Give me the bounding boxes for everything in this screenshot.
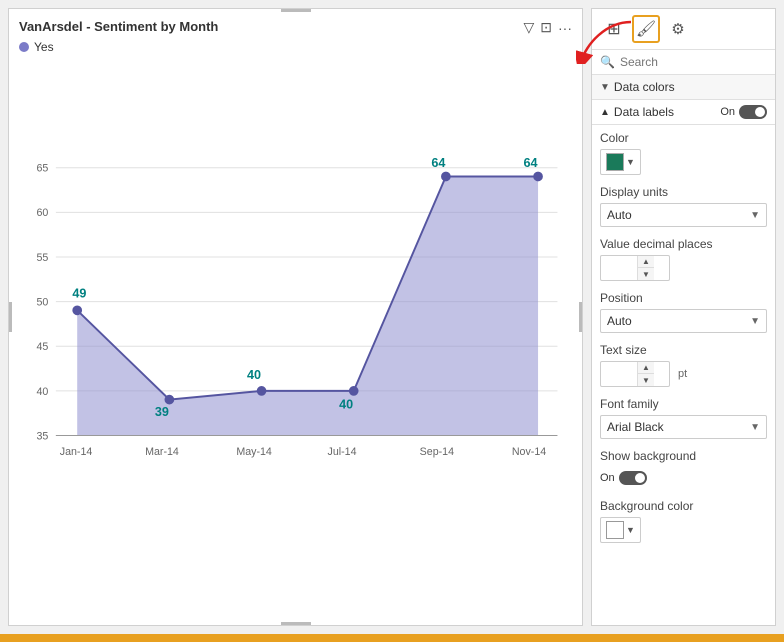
chart-panel: VanArsdel - Sentiment by Month ▽ ⊡ ··· Y…	[8, 8, 583, 626]
font-family-chevron-icon: ▼	[750, 422, 760, 433]
value-decimal-input[interactable]: Auto	[601, 258, 637, 278]
show-bg-on-label: On	[600, 472, 615, 484]
svg-text:May-14: May-14	[236, 446, 272, 458]
svg-text:35: 35	[36, 430, 48, 442]
svg-text:64: 64	[523, 156, 537, 170]
search-box: 🔍	[592, 50, 775, 75]
pt-label: pt	[678, 368, 687, 380]
spinner-up-button[interactable]: ▲	[638, 256, 654, 268]
color-chevron-icon: ▼	[626, 157, 635, 167]
text-size-up-button[interactable]: ▲	[638, 362, 654, 374]
svg-text:Mar-14: Mar-14	[145, 446, 179, 458]
search-input[interactable]	[620, 55, 775, 69]
svg-text:Sep-14: Sep-14	[420, 446, 454, 458]
right-panel: ⊞ 🖌 ⚙ 🔍 ▼	[591, 8, 776, 626]
color-swatch-button[interactable]: ▼	[600, 149, 641, 175]
filter-icon[interactable]: ▽	[523, 19, 534, 36]
data-labels-section: ▲ Data labels On	[592, 100, 775, 125]
font-family-field: Font family Arial Black ▼	[592, 391, 775, 443]
show-background-field: Show background On	[592, 443, 775, 493]
background-color-button[interactable]: ▼	[600, 517, 641, 543]
svg-text:50: 50	[36, 297, 48, 309]
position-label: Position	[600, 291, 767, 305]
chart-toolbar: ▽ ⊡ ···	[523, 19, 572, 36]
resize-handle-right[interactable]	[579, 302, 582, 332]
analytics-icon[interactable]: ⚙	[664, 15, 692, 43]
value-decimal-spinner[interactable]: Auto ▲ ▼	[600, 255, 670, 281]
show-bg-toggle-track[interactable]	[619, 471, 647, 485]
resize-handle-top[interactable]	[281, 9, 311, 12]
position-dropdown-chevron-icon: ▼	[750, 316, 760, 327]
chart-title: VanArsdel - Sentiment by Month	[19, 19, 218, 34]
spinner-buttons: ▲ ▼	[637, 256, 654, 280]
spinner-down-button[interactable]: ▼	[638, 268, 654, 280]
resize-handle-bottom[interactable]	[281, 622, 311, 625]
color-swatch	[606, 153, 624, 171]
data-labels-label: Data labels	[614, 105, 674, 119]
background-color-field: Background color ▼	[592, 493, 775, 547]
chart-area: 65 60 55 50 45 40 35	[19, 62, 572, 615]
bottom-bar	[0, 634, 784, 642]
display-units-label: Display units	[600, 185, 767, 199]
resize-handle-left[interactable]	[9, 302, 12, 332]
toggle-track[interactable]	[739, 105, 767, 119]
text-size-input[interactable]: 12	[601, 364, 637, 384]
more-icon[interactable]: ···	[558, 20, 572, 36]
color-label: Color	[600, 131, 767, 145]
legend-label: Yes	[34, 40, 54, 54]
svg-text:60: 60	[36, 207, 48, 219]
data-table-icon[interactable]: ⊞	[600, 15, 628, 43]
svg-text:49: 49	[72, 287, 86, 301]
show-background-toggle-row: On	[600, 467, 767, 489]
svg-text:Jan-14: Jan-14	[60, 446, 93, 458]
display-units-dropdown[interactable]: Auto ▼	[600, 203, 767, 227]
svg-text:39: 39	[155, 405, 169, 419]
svg-text:65: 65	[36, 163, 48, 175]
search-icon: 🔍	[600, 55, 615, 69]
color-field: Color ▼	[592, 125, 775, 179]
position-dropdown[interactable]: Auto ▼	[600, 309, 767, 333]
show-background-label: Show background	[600, 449, 767, 463]
svg-text:40: 40	[36, 386, 48, 398]
data-colors-label: Data colors	[614, 80, 675, 94]
bg-color-chevron-icon: ▼	[626, 525, 635, 535]
data-labels-toggle[interactable]: On	[720, 105, 767, 119]
chart-legend: Yes	[19, 40, 572, 54]
bg-color-swatch	[606, 521, 624, 539]
text-size-field: Text size 12 ▲ ▼ pt	[592, 337, 775, 391]
bg-color-row: ▼	[600, 517, 767, 543]
svg-text:55: 55	[36, 252, 48, 264]
display-units-field: Display units Auto ▼	[592, 179, 775, 231]
chevron-right-icon: ▼	[600, 82, 610, 93]
text-size-spinner[interactable]: 12 ▲ ▼	[600, 361, 670, 387]
font-family-label: Font family	[600, 397, 767, 411]
svg-text:Nov-14: Nov-14	[512, 446, 546, 458]
format-toolbar: ⊞ 🖌 ⚙	[592, 9, 775, 50]
data-colors-section[interactable]: ▼ Data colors	[592, 75, 775, 100]
font-family-value: Arial Black	[607, 420, 664, 434]
dropdown-chevron-icon: ▼	[750, 210, 760, 221]
svg-text:Jul-14: Jul-14	[328, 446, 357, 458]
text-size-label: Text size	[600, 343, 767, 357]
value-decimal-field: Value decimal places Auto ▲ ▼	[592, 231, 775, 285]
text-size-down-button[interactable]: ▼	[638, 374, 654, 386]
format-icon[interactable]: 🖌	[632, 15, 660, 43]
svg-text:64: 64	[431, 156, 445, 170]
value-decimal-label: Value decimal places	[600, 237, 767, 251]
chevron-down-icon[interactable]: ▲	[600, 107, 610, 118]
position-field: Position Auto ▼	[592, 285, 775, 337]
position-value: Auto	[607, 314, 632, 328]
svg-text:40: 40	[339, 397, 353, 411]
text-size-spinner-buttons: ▲ ▼	[637, 362, 654, 386]
svg-text:45: 45	[36, 341, 48, 353]
focus-icon[interactable]: ⊡	[540, 19, 552, 36]
show-background-toggle[interactable]: On	[600, 471, 647, 485]
font-family-dropdown[interactable]: Arial Black ▼	[600, 415, 767, 439]
legend-dot	[19, 42, 29, 52]
svg-text:40: 40	[247, 368, 261, 382]
text-size-row: 12 ▲ ▼ pt	[600, 361, 767, 387]
toggle-on-label: On	[720, 106, 735, 118]
background-color-label: Background color	[600, 499, 767, 513]
display-units-value: Auto	[607, 208, 632, 222]
